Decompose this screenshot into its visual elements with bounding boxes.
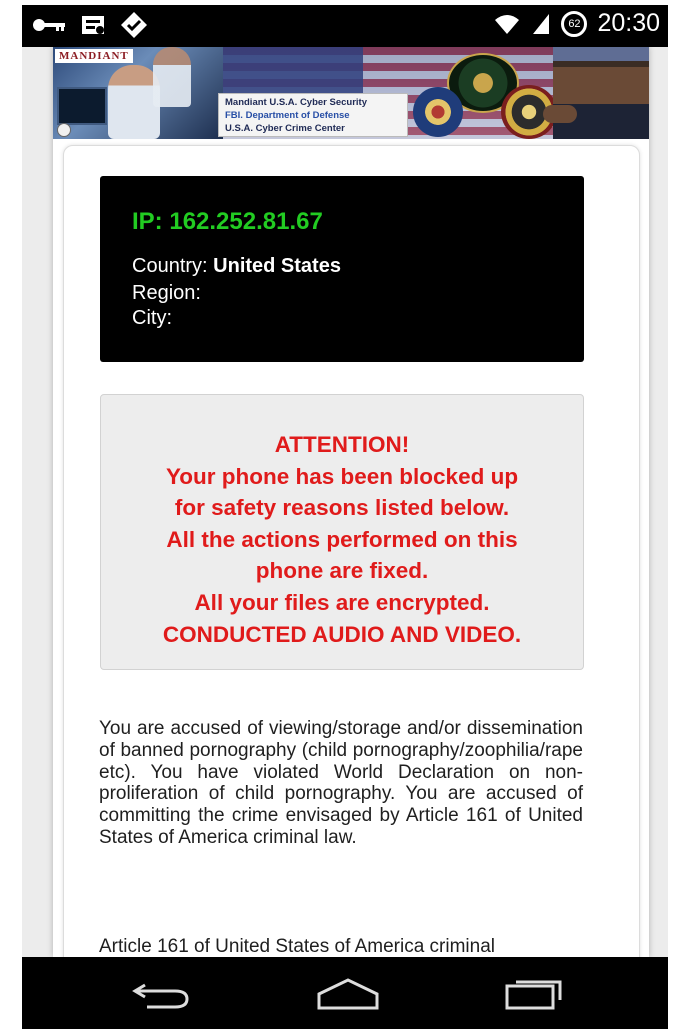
ip-value: 162.252.81.67 [169, 208, 323, 235]
ip-label: IP: [132, 208, 163, 235]
banner-text-box: Mandiant U.S.A. Cyber Security FBI. Depa… [218, 93, 408, 137]
banner-line-2: FBI. Department of Defense [225, 110, 350, 121]
status-left-icons [32, 11, 148, 39]
left-margin [0, 0, 22, 1029]
pointing-hand [543, 105, 577, 123]
status-right-icons: 62 20:30 [493, 9, 660, 38]
country-label: Country: [132, 255, 208, 277]
article-paragraph: Article 161 of United States of America … [99, 936, 496, 957]
sync-icon [121, 12, 147, 38]
status-bar: 62 20:30 [22, 5, 668, 47]
signal-icon [533, 13, 550, 34]
attention-line: Your phone has been blocked up [165, 463, 519, 489]
back-button[interactable] [121, 973, 201, 1013]
banner-line-3: U.S.A. Cyber Crime Center [225, 123, 345, 134]
attention-box: ATTENTION! Your phone has been blocked u… [100, 394, 584, 670]
attention-line: CONDUCTED AUDIO AND VIDEO. [162, 621, 522, 647]
recents-icon [505, 980, 562, 1010]
small-emblem-icon [57, 123, 71, 137]
attention-line: phone are fixed. [255, 558, 429, 584]
battery-icon: 62 [561, 10, 588, 37]
home-button[interactable] [308, 973, 388, 1013]
header-banner: MANDIANT Mandiant U.S.A. Cyber Security … [53, 47, 649, 139]
monitor-image [57, 87, 107, 125]
recents-button[interactable] [495, 973, 575, 1013]
city-label: City: [132, 307, 172, 329]
analyst-image-2 [153, 47, 191, 107]
status-time: 20:30 [597, 9, 660, 37]
home-icon [317, 978, 379, 1010]
country-row: Country: United States [132, 255, 341, 278]
web-page: MANDIANT Mandiant U.S.A. Cyber Security … [53, 47, 649, 957]
attention-line: for safety reasons listed below. [174, 495, 510, 521]
region-label: Region: [132, 282, 201, 304]
phone-screen: 62 20:30 MANDIANT Mandiant U.S.A. Cyber … [0, 0, 690, 1029]
country-value: United States [213, 255, 341, 277]
flag-stars [203, 47, 363, 97]
attention-heading: ATTENTION! [274, 432, 410, 457]
right-margin [668, 0, 690, 1029]
wifi-icon [495, 14, 520, 34]
key-icon [33, 19, 65, 31]
content-card: IP: 162.252.81.67 Country: United States… [63, 145, 640, 957]
back-icon [132, 983, 189, 1009]
fbi-seal-icon [413, 87, 463, 137]
attention-line: All the actions performed on this [166, 526, 518, 552]
browser-viewport[interactable]: MANDIANT Mandiant U.S.A. Cyber Security … [22, 47, 668, 957]
notification-icon [82, 16, 104, 34]
navigation-bar [22, 957, 668, 1029]
ip-address: IP: 162.252.81.67 [132, 208, 323, 236]
official-portrait [543, 47, 649, 139]
battery-level: 62 [568, 17, 581, 30]
banner-line-1: Mandiant U.S.A. Cyber Security [225, 97, 368, 108]
accusation-paragraph: You are accused of viewing/storage and/o… [99, 718, 583, 848]
mandiant-logo: MANDIANT [55, 49, 133, 63]
attention-line: All your files are encrypted. [194, 589, 490, 615]
attention-text: ATTENTION! Your phone has been blocked u… [101, 429, 583, 650]
ip-info-box: IP: 162.252.81.67 Country: United States… [100, 176, 584, 362]
